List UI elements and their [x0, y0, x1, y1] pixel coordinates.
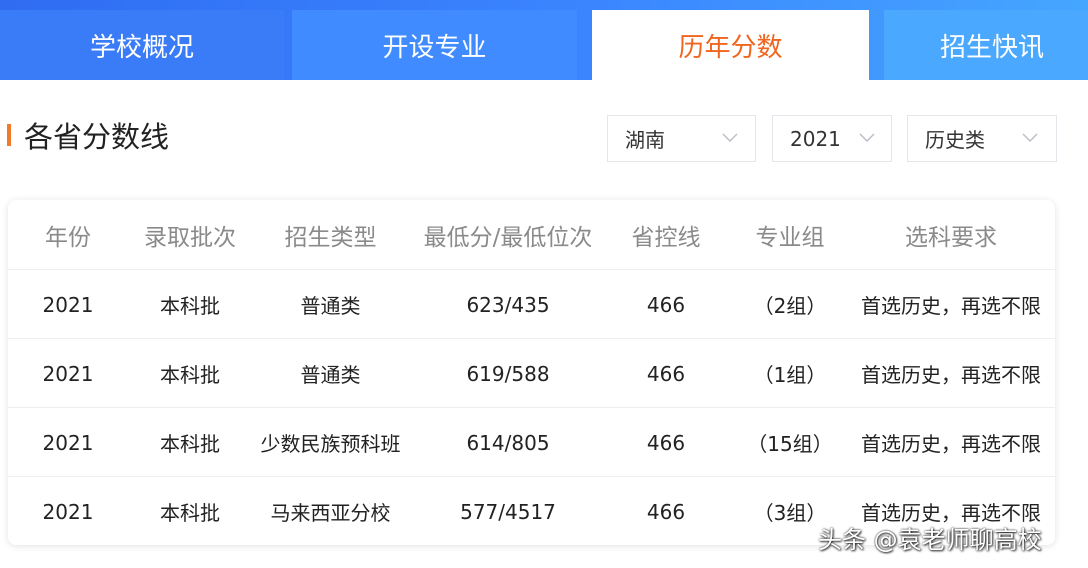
- header-min-score-rank: 最低分/最低位次: [423, 225, 593, 251]
- header-major-group: 专业组: [755, 225, 825, 251]
- cell-min-score-rank: 614/805: [466, 430, 550, 455]
- table-row: 2021 本科批 普通类 619/588 466 （1组） 首选历史，再选不限: [8, 339, 1055, 408]
- tab-historical-scores[interactable]: 历年分数: [592, 10, 869, 80]
- cell-batch: 本科批: [160, 363, 220, 387]
- section-accent-bar: [7, 124, 11, 146]
- table-row: 2021 本科批 少数民族预科班 614/805 466 （15组） 首选历史，…: [8, 408, 1055, 477]
- cell-enroll-type: 普通类: [300, 294, 361, 318]
- tab-majors[interactable]: 开设专业: [292, 10, 577, 80]
- province-select[interactable]: 湖南: [607, 115, 756, 162]
- tab-school-overview[interactable]: 学校概况: [0, 10, 284, 80]
- chevron-down-icon: [722, 133, 738, 142]
- tab-bar: 学校概况 开设专业 历年分数 招生快讯: [0, 0, 1088, 80]
- cell-enroll-type: 普通类: [300, 363, 361, 387]
- cell-year: 2021: [42, 361, 94, 386]
- table-row: 2021 本科批 普通类 623/435 466 （2组） 首选历史，再选不限: [8, 270, 1055, 339]
- cell-major-group: （2组）: [753, 294, 827, 318]
- cell-major-group: （1组）: [753, 363, 827, 387]
- score-table: 年份 录取批次 招生类型 最低分/最低位次 省控线 专业组 选科要求 2021 …: [8, 200, 1055, 545]
- cell-year: 2021: [42, 430, 94, 455]
- cell-year: 2021: [42, 292, 94, 317]
- header-year: 年份: [45, 225, 91, 251]
- cell-subject-requirement: 首选历史，再选不限: [861, 294, 1041, 318]
- cell-subject-requirement: 首选历史，再选不限: [861, 363, 1041, 387]
- cell-control-line: 466: [646, 430, 686, 455]
- header-subject-requirement: 选科要求: [905, 225, 997, 251]
- cell-major-group: （15组）: [747, 432, 833, 456]
- cell-year: 2021: [42, 499, 94, 524]
- cell-control-line: 466: [646, 499, 686, 524]
- section-title: 各省分数线: [24, 120, 170, 154]
- year-select-value: 2021: [790, 126, 841, 151]
- cell-min-score-rank: 619/588: [466, 361, 550, 386]
- table-header-row: 年份 录取批次 招生类型 最低分/最低位次 省控线 专业组 选科要求: [8, 200, 1055, 270]
- cell-control-line: 466: [646, 361, 686, 386]
- cell-batch: 本科批: [160, 501, 220, 525]
- cell-batch: 本科批: [160, 294, 220, 318]
- tab-admission-news[interactable]: 招生快讯: [884, 10, 1088, 80]
- header-control-line: 省控线: [631, 225, 701, 251]
- subject-type-select[interactable]: 历史类: [907, 115, 1057, 162]
- header-enroll-type: 招生类型: [284, 225, 377, 251]
- cell-enroll-type: 马来西亚分校: [270, 501, 391, 525]
- header-batch: 录取批次: [144, 225, 236, 251]
- cell-subject-requirement: 首选历史，再选不限: [861, 432, 1041, 456]
- cell-enroll-type: 少数民族预科班: [260, 432, 401, 456]
- cell-min-score-rank: 623/435: [466, 292, 550, 317]
- cell-min-score-rank: 577/4517: [460, 499, 556, 524]
- year-select[interactable]: 2021: [772, 115, 892, 162]
- cell-batch: 本科批: [160, 432, 220, 456]
- cell-control-line: 466: [646, 292, 686, 317]
- province-select-value: 湖南: [625, 128, 665, 152]
- watermark: 头条 @袁老师聊高校: [818, 526, 1042, 554]
- chevron-down-icon: [1022, 133, 1038, 142]
- chevron-down-icon: [859, 133, 875, 142]
- subject-type-select-value: 历史类: [925, 128, 985, 152]
